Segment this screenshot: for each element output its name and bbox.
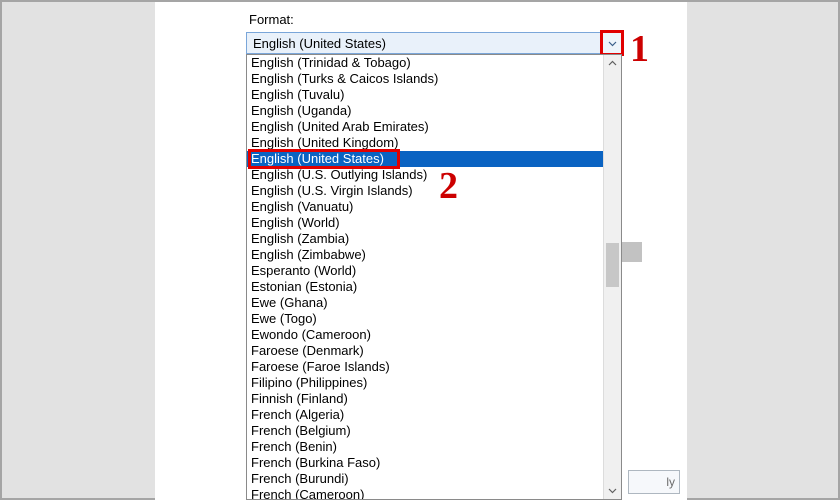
format-option[interactable]: Ewe (Ghana): [247, 295, 604, 311]
format-option[interactable]: French (Benin): [247, 439, 604, 455]
format-option[interactable]: English (United Kingdom): [247, 135, 604, 151]
format-option[interactable]: French (Algeria): [247, 407, 604, 423]
format-option[interactable]: English (Uganda): [247, 103, 604, 119]
format-option[interactable]: English (Turks & Caicos Islands): [247, 71, 604, 87]
format-option[interactable]: English (Trinidad & Tobago): [247, 55, 604, 71]
format-option[interactable]: Filipino (Philippines): [247, 375, 604, 391]
chevron-up-icon: [608, 59, 617, 68]
format-option[interactable]: French (Burundi): [247, 471, 604, 487]
format-option[interactable]: English (U.S. Virgin Islands): [247, 183, 604, 199]
scroll-thumb[interactable]: [606, 243, 619, 287]
apply-button-fragment: ly: [628, 470, 680, 494]
format-option[interactable]: English (World): [247, 215, 604, 231]
format-label: Format:: [249, 12, 294, 27]
format-option[interactable]: Ewondo (Cameroon): [247, 327, 604, 343]
chevron-down-icon: [608, 39, 617, 48]
format-combobox[interactable]: English (United States): [246, 32, 622, 54]
format-option[interactable]: Ewe (Togo): [247, 311, 604, 327]
format-option[interactable]: English (Zimbabwe): [247, 247, 604, 263]
format-combobox-button[interactable]: [602, 33, 621, 53]
scrollbar[interactable]: [603, 55, 621, 499]
format-option[interactable]: English (United States): [247, 151, 604, 167]
format-combobox-value: English (United States): [247, 36, 602, 51]
chevron-down-icon: [608, 486, 617, 495]
format-dropdown-items: English (Trinidad & Tobago)English (Turk…: [247, 55, 604, 499]
format-option[interactable]: French (Burkina Faso): [247, 455, 604, 471]
format-option[interactable]: Faroese (Faroe Islands): [247, 359, 604, 375]
scroll-down-button[interactable]: [604, 482, 621, 499]
format-option[interactable]: Faroese (Denmark): [247, 343, 604, 359]
format-option[interactable]: French (Cameroon): [247, 487, 604, 500]
format-option[interactable]: Estonian (Estonia): [247, 279, 604, 295]
format-option[interactable]: English (U.S. Outlying Islands): [247, 167, 604, 183]
format-option[interactable]: Finnish (Finland): [247, 391, 604, 407]
background-fragment: [622, 242, 642, 262]
scroll-up-button[interactable]: [604, 55, 621, 72]
format-option[interactable]: English (Zambia): [247, 231, 604, 247]
format-option[interactable]: English (Tuvalu): [247, 87, 604, 103]
format-option[interactable]: English (Vanuatu): [247, 199, 604, 215]
format-option[interactable]: English (United Arab Emirates): [247, 119, 604, 135]
format-dropdown-list[interactable]: English (Trinidad & Tobago)English (Turk…: [246, 54, 622, 500]
format-option[interactable]: Esperanto (World): [247, 263, 604, 279]
screenshot-viewport: Format: English (United States) ly Engli…: [0, 0, 840, 500]
format-option[interactable]: French (Belgium): [247, 423, 604, 439]
region-settings-dialog: Format: English (United States) ly Engli…: [155, 2, 687, 500]
